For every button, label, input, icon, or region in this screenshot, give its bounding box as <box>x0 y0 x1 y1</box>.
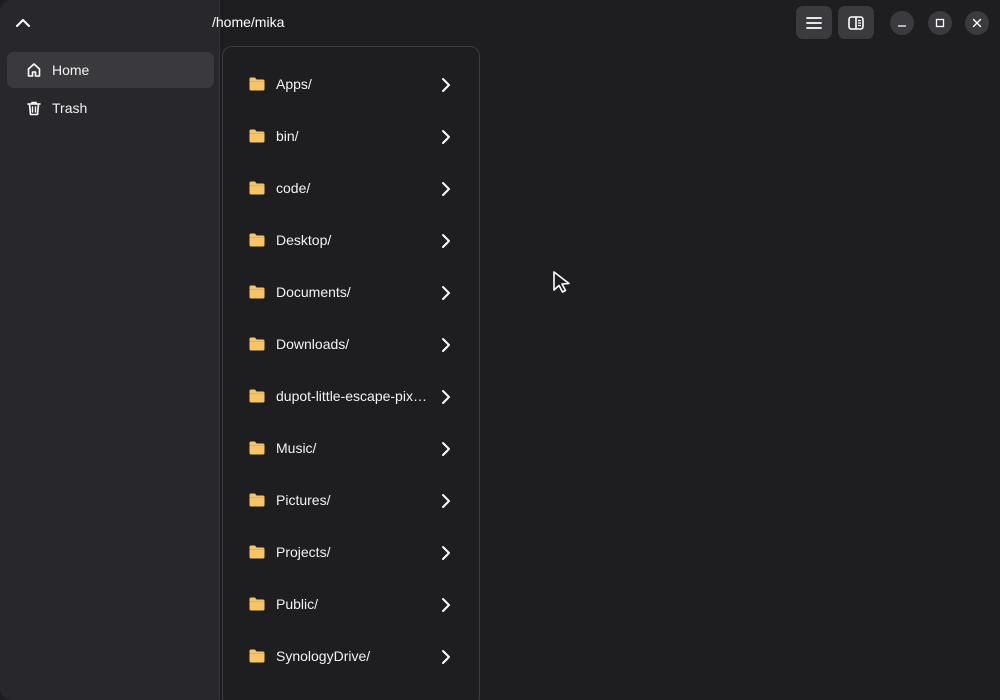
folder-row[interactable]: Music/ <box>223 423 479 475</box>
chevron-right-icon[interactable] <box>438 544 454 562</box>
chevron-right-icon[interactable] <box>438 284 454 302</box>
file-browser-window: Home Trash /home/mika Apps/ bin/ code/ D… <box>0 0 1000 700</box>
sidebar: Home Trash <box>0 0 220 700</box>
folder-icon <box>249 389 265 403</box>
folder-row[interactable]: Public/ <box>223 579 479 631</box>
home-icon <box>25 61 43 79</box>
close-button[interactable] <box>965 11 989 35</box>
folder-icon <box>249 77 265 91</box>
folder-name: code/ <box>276 180 311 196</box>
folder-icon <box>249 233 265 247</box>
minimize-icon <box>897 25 907 27</box>
folder-row[interactable]: dupot-little-escape-pixel-art/ <box>223 371 479 423</box>
folder-name: Pictures/ <box>276 492 331 508</box>
chevron-right-icon[interactable] <box>438 492 454 510</box>
folder-row[interactable]: Documents/ <box>223 267 479 319</box>
trash-icon <box>25 99 43 117</box>
chevron-right-icon[interactable] <box>438 596 454 614</box>
sidebar-item-label: Home <box>52 62 90 78</box>
folder-name: bin/ <box>276 128 299 144</box>
chevron-right-icon[interactable] <box>438 648 454 666</box>
chevron-right-icon[interactable] <box>438 76 454 94</box>
chevron-right-icon[interactable] <box>438 180 454 198</box>
header-bar: /home/mika <box>212 0 1000 46</box>
sidebar-places: Home Trash <box>7 52 214 128</box>
split-view-button[interactable] <box>838 6 874 39</box>
close-icon <box>972 18 982 28</box>
folder-icon <box>249 181 265 195</box>
mouse-cursor-icon <box>553 271 570 293</box>
maximize-button[interactable] <box>928 11 952 35</box>
directory-list: Apps/bin/code/Desktop/Documents/Download… <box>223 59 479 683</box>
folder-name: Desktop/ <box>276 232 332 248</box>
directory-column: Apps/bin/code/Desktop/Documents/Download… <box>222 46 480 700</box>
chevron-up-icon <box>16 19 30 27</box>
go-up-button[interactable] <box>8 8 38 38</box>
maximize-icon <box>935 18 945 28</box>
folder-name: dupot-little-escape-pixel-art/ <box>276 388 428 404</box>
folder-icon <box>249 597 265 611</box>
folder-icon <box>249 285 265 299</box>
folder-row[interactable]: Pictures/ <box>223 475 479 527</box>
folder-row[interactable]: Downloads/ <box>223 319 479 371</box>
split-view-icon <box>848 15 864 30</box>
folder-icon <box>249 493 265 507</box>
folder-row[interactable]: Apps/ <box>223 59 479 111</box>
chevron-right-icon[interactable] <box>438 336 454 354</box>
folder-name: Documents/ <box>276 284 351 300</box>
hamburger-menu-icon <box>806 16 822 29</box>
folder-row[interactable]: bin/ <box>223 111 479 163</box>
chevron-right-icon[interactable] <box>438 128 454 146</box>
folder-name: Public/ <box>276 596 319 612</box>
folder-row[interactable]: code/ <box>223 163 479 215</box>
folder-name: SynologyDrive/ <box>276 648 371 664</box>
folder-icon <box>249 129 265 143</box>
folder-icon <box>249 649 265 663</box>
sidebar-item-home[interactable]: Home <box>7 52 214 88</box>
folder-name: Downloads/ <box>276 336 350 352</box>
minimize-button[interactable] <box>890 11 914 35</box>
folder-row[interactable]: SynologyDrive/ <box>223 631 479 683</box>
sidebar-item-trash[interactable]: Trash <box>7 90 214 126</box>
chevron-right-icon[interactable] <box>438 440 454 458</box>
folder-row[interactable]: Desktop/ <box>223 215 479 267</box>
current-path: /home/mika <box>212 14 285 30</box>
folder-name: Projects/ <box>276 544 331 560</box>
chevron-right-icon[interactable] <box>438 388 454 406</box>
folder-icon <box>249 545 265 559</box>
folder-name: Music/ <box>276 440 317 456</box>
menu-button[interactable] <box>796 6 832 39</box>
folder-name: Apps/ <box>276 76 312 92</box>
sidebar-item-label: Trash <box>52 100 88 116</box>
folder-row[interactable]: Projects/ <box>223 527 479 579</box>
chevron-right-icon[interactable] <box>438 232 454 250</box>
folder-icon <box>249 441 265 455</box>
folder-icon <box>249 337 265 351</box>
